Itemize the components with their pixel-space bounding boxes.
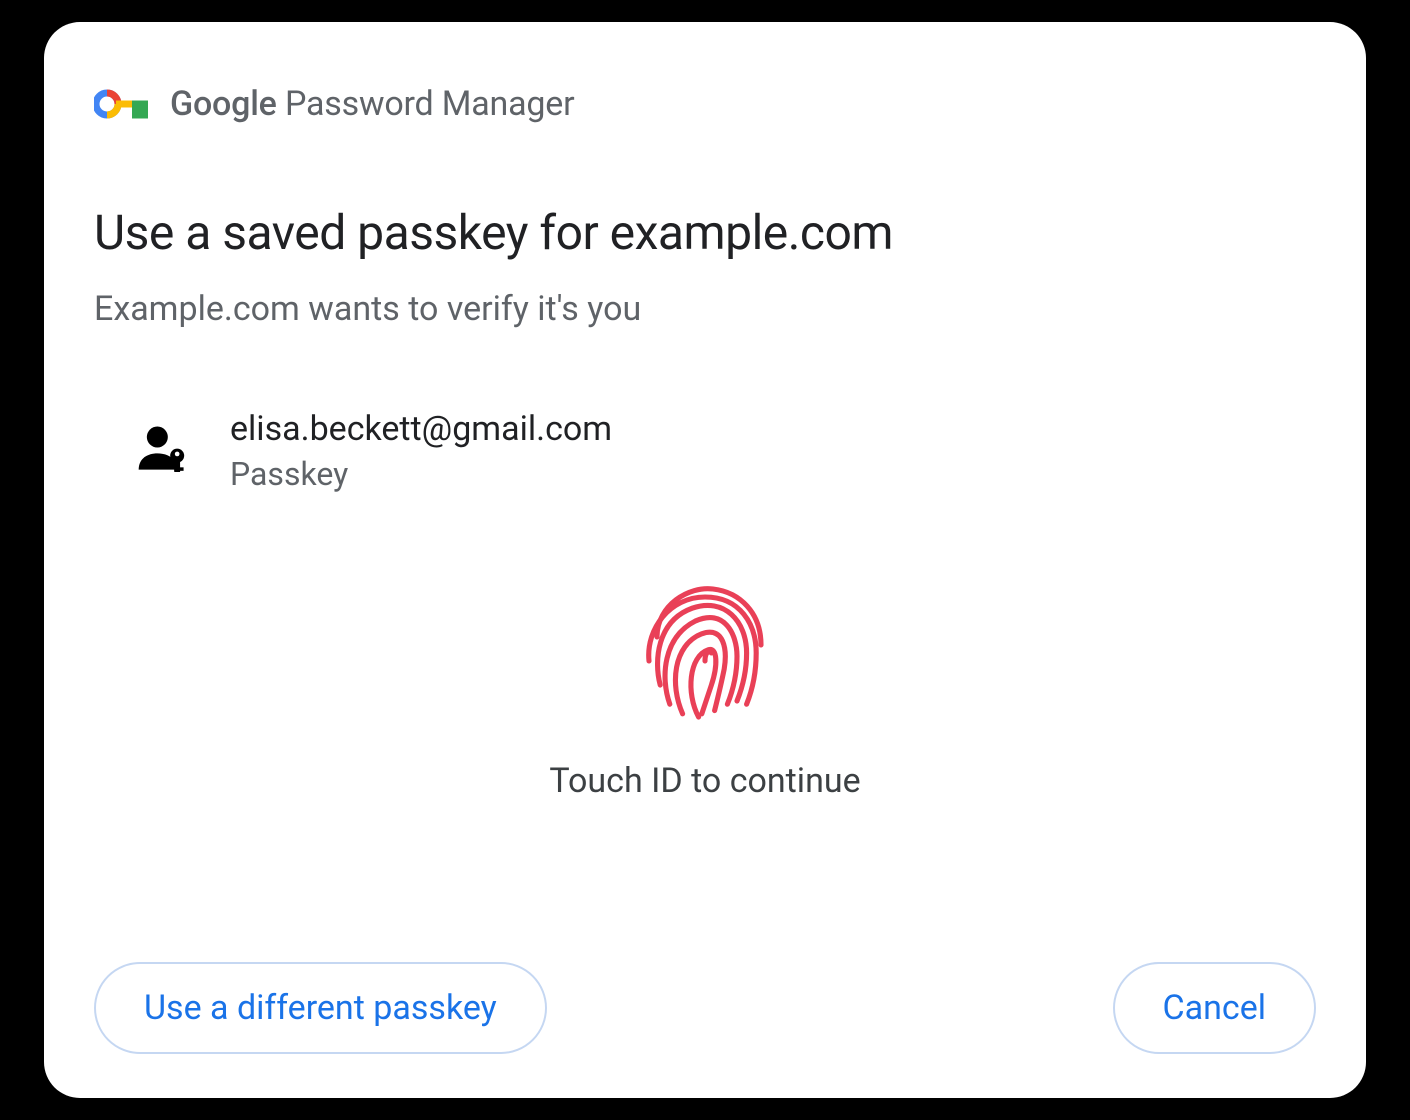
brand-name: Google xyxy=(170,84,277,124)
person-key-icon xyxy=(134,423,190,479)
use-different-passkey-button[interactable]: Use a different passkey xyxy=(94,962,547,1054)
account-type: Passkey xyxy=(230,455,612,493)
account-info: elisa.beckett@gmail.com Passkey xyxy=(230,409,612,493)
dialog-subtitle: Example.com wants to verify it's you xyxy=(94,289,1316,329)
passkey-dialog: Google Password Manager Use a saved pass… xyxy=(44,22,1366,1098)
header-title: Google Password Manager xyxy=(170,84,574,124)
fingerprint-icon xyxy=(625,573,785,733)
product-name: Password Manager xyxy=(285,84,575,124)
account-email: elisa.beckett@gmail.com xyxy=(230,409,612,449)
dialog-header: Google Password Manager xyxy=(94,84,1316,124)
dialog-title: Use a saved passkey for example.com xyxy=(94,204,1316,261)
cancel-button[interactable]: Cancel xyxy=(1113,962,1317,1054)
account-row: elisa.beckett@gmail.com Passkey xyxy=(94,409,1316,493)
touch-id-prompt[interactable]: Touch ID to continue xyxy=(94,573,1316,801)
password-manager-key-icon xyxy=(94,86,148,122)
button-row: Use a different passkey Cancel xyxy=(94,962,1316,1054)
touch-id-label: Touch ID to continue xyxy=(94,761,1316,801)
